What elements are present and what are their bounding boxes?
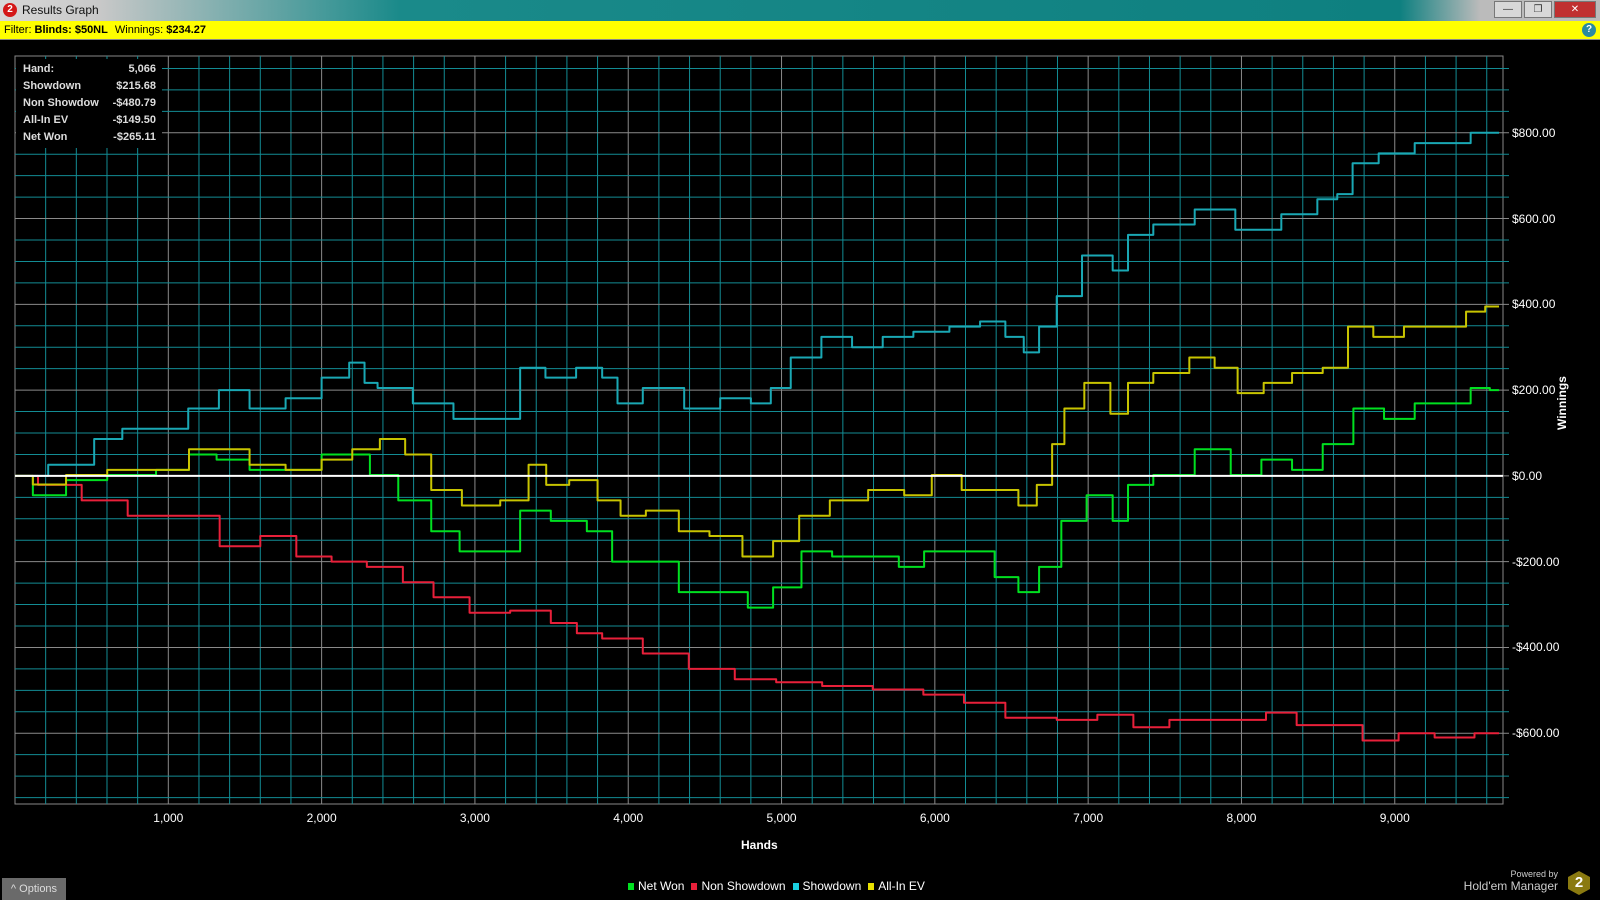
info-row-net-won: Net Won -$265.11 <box>16 129 162 146</box>
y-tick-label: $400.00 <box>1512 297 1556 312</box>
legend-item-non-showdown[interactable]: Non Showdown <box>691 879 786 893</box>
powered-by: Powered by Hold'em Manager <box>1464 869 1558 893</box>
x-tick-label: 8,000 <box>1226 811 1257 825</box>
y-tick-label: $600.00 <box>1512 211 1556 226</box>
legend-label: All-In EV <box>878 879 925 893</box>
hover-info-box: Hand: 5,066 Showdown $215.68 Non Showdow -$… <box>16 59 162 148</box>
info-value: -$265.11 <box>113 131 156 143</box>
x-tick-label: 7,000 <box>1073 811 1104 825</box>
legend-label: Net Won <box>638 879 685 893</box>
info-row-showdown: Showdown $215.68 <box>16 78 162 95</box>
info-label: All-In EV <box>23 114 69 126</box>
info-label: Net Won <box>23 131 68 143</box>
y-tick-label: -$600.00 <box>1512 726 1560 741</box>
powered-by-label: Powered by <box>1510 869 1558 879</box>
y-tick-label: $800.00 <box>1512 125 1556 140</box>
info-row-all-in-ev: All-In EV -$149.50 <box>16 112 162 129</box>
x-tick-label: 1,000 <box>153 811 184 825</box>
legend-swatch <box>628 883 634 890</box>
y-tick-label: -$400.00 <box>1512 640 1560 655</box>
legend: Net Won Non Showdown Showdown All-In EV <box>628 879 925 893</box>
info-row-hand: Hand: 5,066 <box>16 61 162 78</box>
x-axis-title: Hands <box>741 838 778 852</box>
x-tick-label: 4,000 <box>613 811 644 825</box>
x-tick-label: 3,000 <box>459 811 490 825</box>
legend-item-all-in-ev[interactable]: All-In EV <box>868 879 925 893</box>
info-value: -$480.79 <box>112 97 156 109</box>
x-tick-label: 2,000 <box>306 811 337 825</box>
info-row-non-showdown: Non Showdow -$480.79 <box>16 95 162 112</box>
info-value: 5,066 <box>128 63 156 75</box>
y-tick-label: $0.00 <box>1512 468 1543 483</box>
info-label: Non Showdow <box>23 97 99 109</box>
legend-item-net-won[interactable]: Net Won <box>628 879 684 893</box>
legend-swatch <box>691 883 698 890</box>
info-label: Hand: <box>23 63 55 75</box>
product-name: Hold'em Manager <box>1463 879 1558 893</box>
legend-item-showdown[interactable]: Showdown <box>792 879 862 893</box>
x-tick-label: 5,000 <box>766 811 797 825</box>
options-button[interactable]: ^ Options <box>2 878 66 900</box>
results-chart <box>14 55 1509 805</box>
legend-swatch <box>868 883 875 890</box>
legend-label: Showdown <box>802 879 862 893</box>
y-tick-label: $200.00 <box>1512 383 1556 398</box>
x-tick-label: 9,000 <box>1379 811 1410 825</box>
info-label: Showdown <box>23 80 82 92</box>
legend-swatch <box>792 883 799 890</box>
info-value: $215.68 <box>116 80 156 92</box>
info-value: -$149.50 <box>112 114 156 126</box>
y-tick-label: -$200.00 <box>1512 554 1560 569</box>
chart-grid <box>14 55 1509 805</box>
x-tick-label: 6,000 <box>919 811 950 825</box>
legend-label: Non Showdown <box>701 879 786 893</box>
y-axis-title: Winnings <box>1555 376 1569 430</box>
plot-area <box>14 55 1504 805</box>
